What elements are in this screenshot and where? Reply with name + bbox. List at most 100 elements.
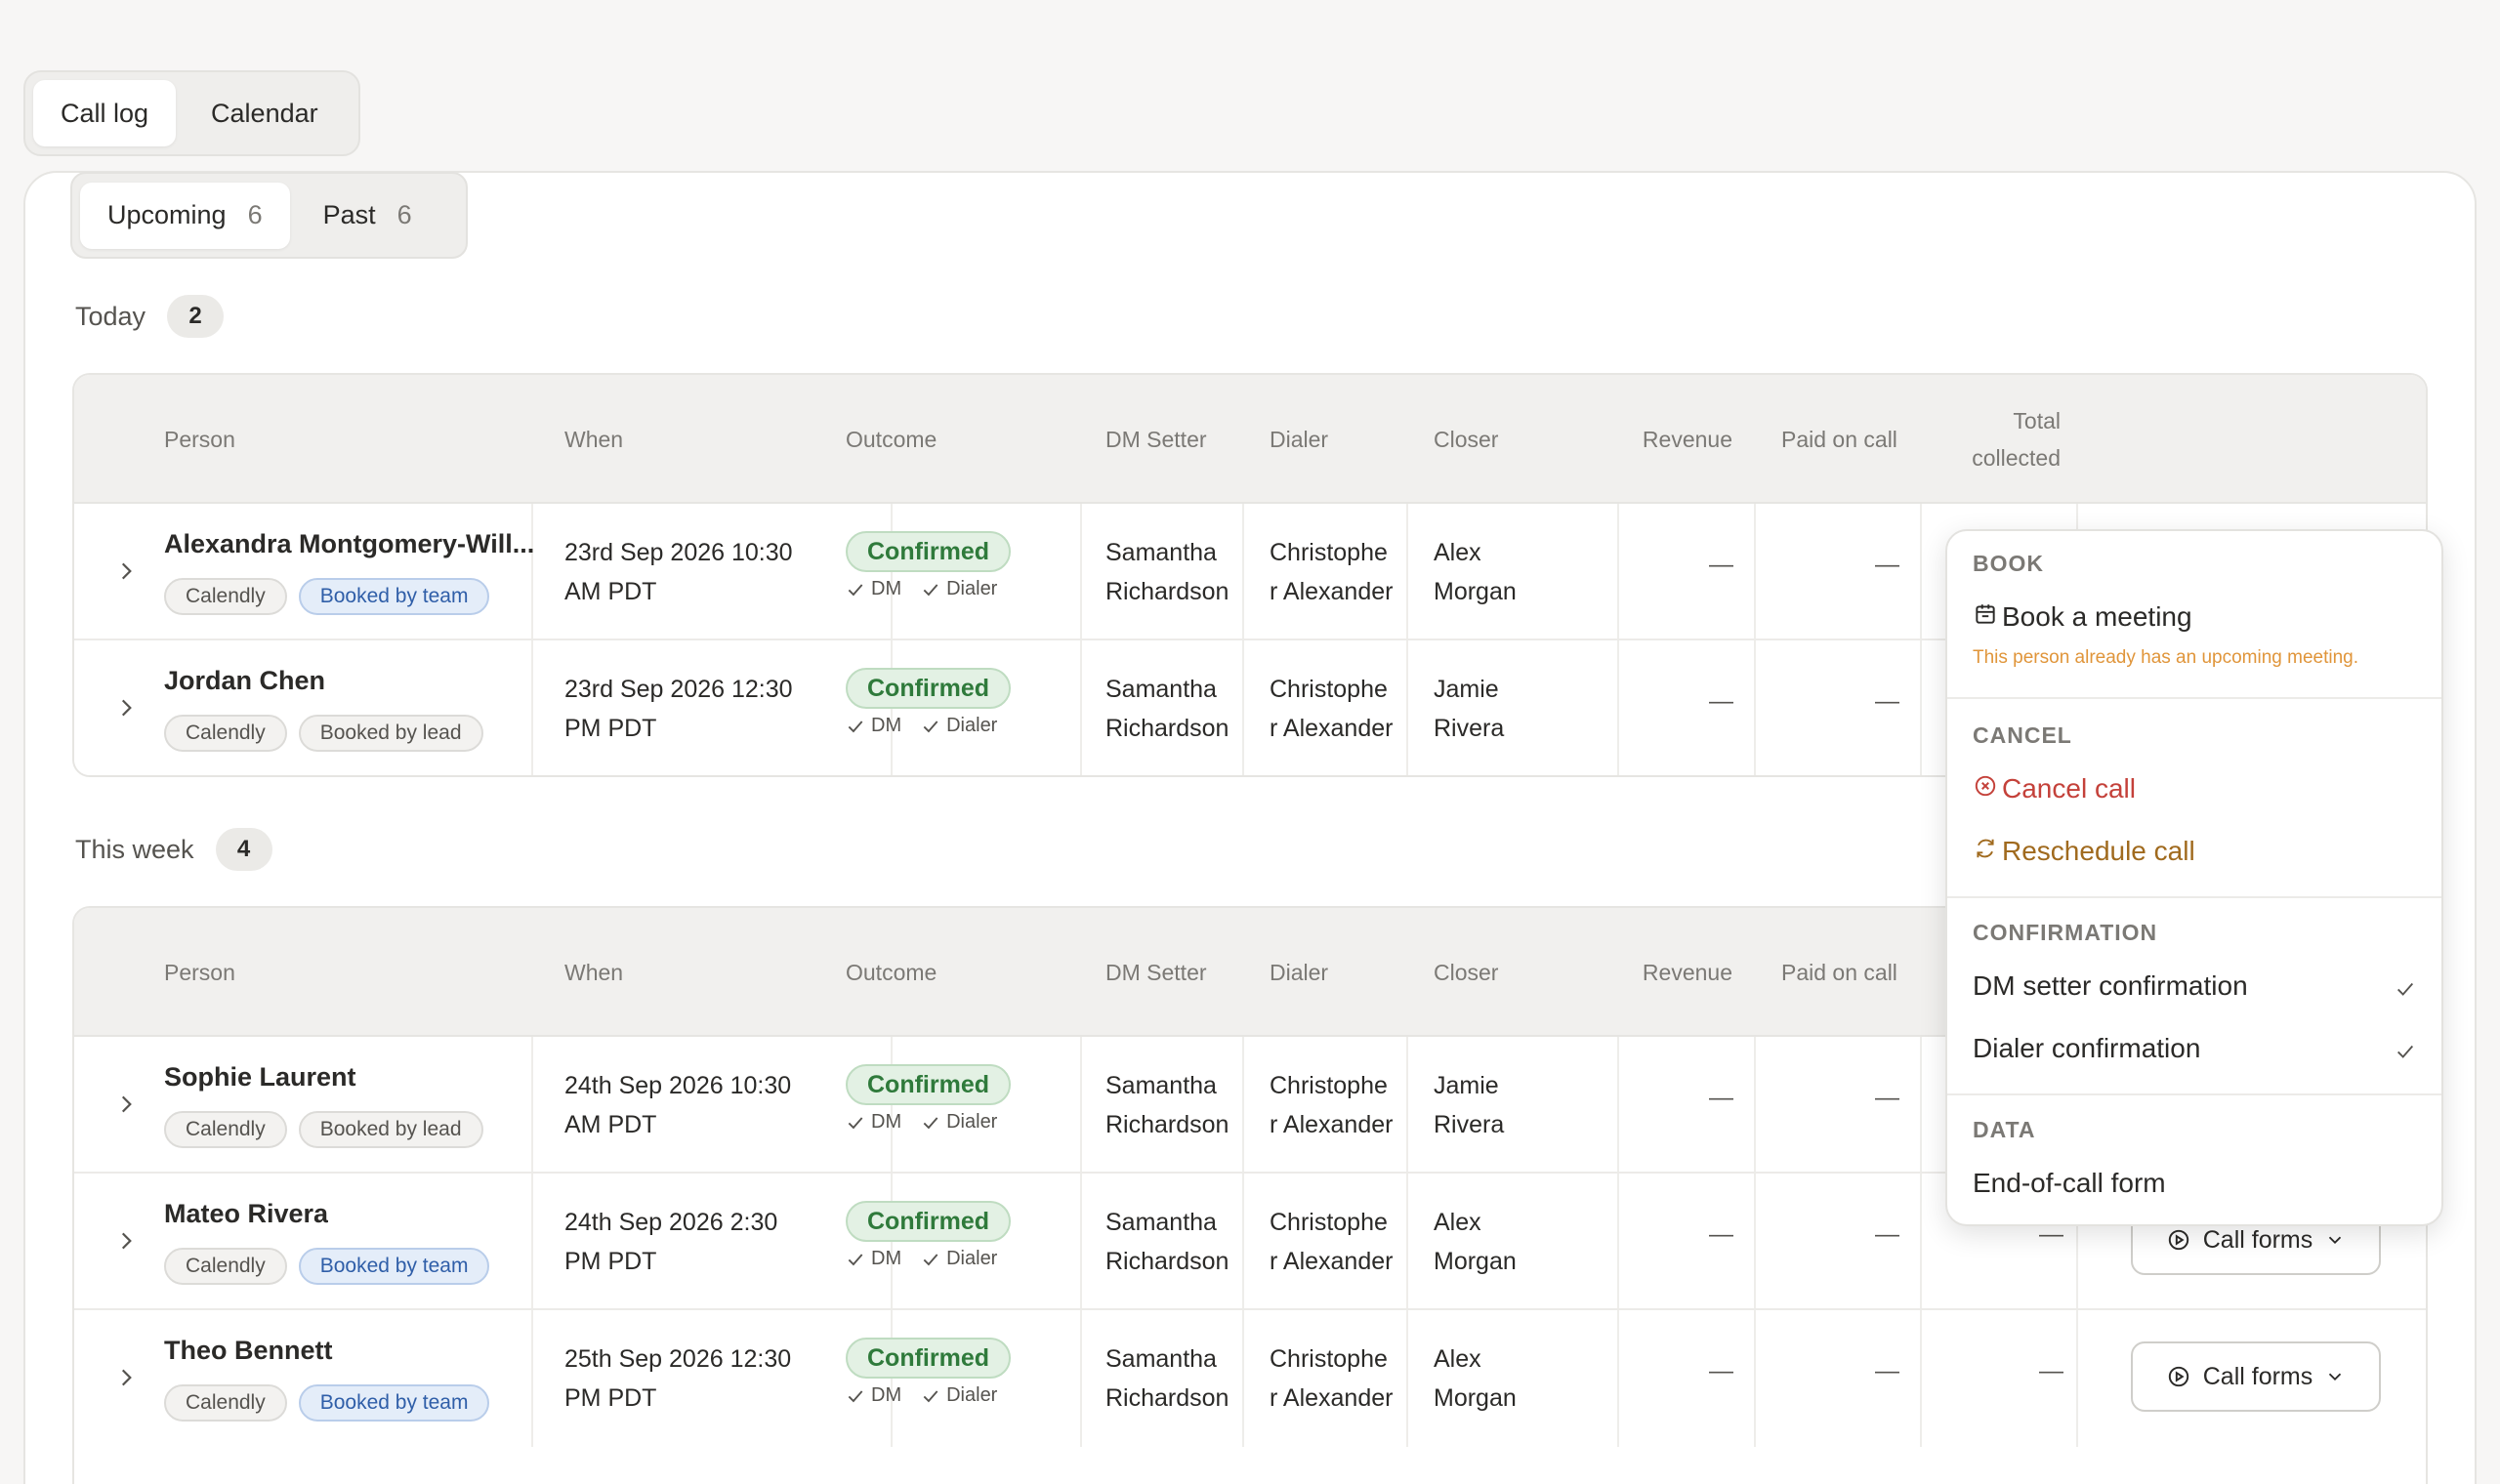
dialer-first: Christophe [1270, 539, 1388, 566]
col-revenue: Revenue [1642, 960, 1732, 985]
dialer-cell: Christophe r Alexander [1270, 1066, 1416, 1144]
table-row[interactable]: Theo Bennett Calendly Booked by team 25th S… [74, 1310, 2426, 1447]
col-revenue: Revenue [1642, 427, 1732, 452]
person-badges: Calendly Booked by team [164, 1384, 490, 1422]
dm-confirmed-label: DM [871, 578, 902, 599]
dm-confirmed-label: DM [871, 1248, 902, 1269]
person-name[interactable]: Jordan Chen [164, 666, 325, 696]
book-meeting-item[interactable]: Book a meeting [1973, 593, 2416, 641]
col-dialer: Dialer [1270, 427, 1329, 452]
dialer-confirmed: Dialer [921, 715, 997, 737]
source-badge: Calendly [164, 715, 287, 752]
person-name[interactable]: Sophie Laurent [164, 1062, 356, 1092]
tab-calendar[interactable]: Calendar [184, 80, 346, 146]
person-name[interactable]: Mateo Rivera [164, 1199, 328, 1229]
column-divider [531, 1310, 533, 1447]
booked-by-badge: Booked by team [298, 1248, 490, 1285]
dm-setter-cell: Samantha Richardson [1105, 1340, 1252, 1418]
closer-first: Alex [1434, 1209, 1481, 1236]
dialer-confirmed-label: Dialer [946, 1384, 998, 1406]
cancel-call-item[interactable]: Cancel call [1973, 764, 2416, 813]
closer-first: Alex [1434, 1345, 1481, 1373]
tab-upcoming[interactable]: Upcoming 6 [80, 182, 290, 249]
check-icon [848, 720, 863, 732]
closer-cell: Alex Morgan [1434, 533, 1580, 611]
closer-first: Alex [1434, 539, 1481, 566]
dm-setter-confirmation-item[interactable]: DM setter confirmation [1973, 962, 2416, 1010]
dialer-confirmed: Dialer [921, 1384, 997, 1407]
dm-setter-first: Samantha [1105, 1072, 1217, 1099]
paid-on-call-value: — [1875, 1084, 1899, 1111]
person-name[interactable]: Theo Bennett [164, 1336, 333, 1366]
column-divider [1920, 640, 1922, 775]
dialer-cell: Christophe r Alexander [1270, 1340, 1416, 1418]
dialer-last: r Alexander [1270, 1248, 1394, 1275]
chevron-down-icon [2329, 1373, 2342, 1381]
call-when: 24th Sep 2026 2:30 PM PDT [564, 1203, 818, 1281]
col-total-collected-line1: Total [2013, 408, 2061, 433]
call-forms-button[interactable]: Call forms [2131, 1341, 2381, 1412]
col-closer: Closer [1434, 960, 1499, 985]
chevron-right-icon[interactable] [113, 1228, 139, 1254]
end-of-call-form-item[interactable]: End-of-call form [1973, 1159, 2416, 1208]
tab-past-count: 6 [396, 200, 412, 229]
table-header: Person When Outcome DM Setter Dialer Closer Re… [74, 375, 2426, 504]
call-when-time: PM PDT [564, 1384, 657, 1412]
column-divider [1617, 504, 1619, 639]
dm-confirmed: DM [846, 1111, 901, 1134]
call-when-date: 23rd Sep 2026 12:30 [564, 676, 793, 703]
tab-call-log[interactable]: Call log [33, 80, 177, 146]
person-badges: Calendly Booked by lead [164, 715, 483, 752]
dialer-confirmation-item[interactable]: Dialer confirmation [1973, 1024, 2416, 1073]
dialer-confirmed-label: Dialer [946, 1248, 998, 1269]
dm-confirmed: DM [846, 1248, 901, 1270]
menu-divider [1947, 697, 2441, 699]
col-dm-setter: DM Setter [1105, 427, 1207, 452]
column-divider [531, 640, 533, 775]
dm-setter-cell: Samantha Richardson [1105, 1203, 1252, 1281]
closer-last: Rivera [1434, 1111, 1505, 1138]
outcome-cell: Confirmed DM Dialer [846, 1064, 1011, 1134]
column-divider [1617, 1037, 1619, 1172]
dm-setter-cell: Samantha Richardson [1105, 533, 1252, 611]
closer-cell: Jamie Rivera [1434, 1066, 1580, 1144]
dialer-last: r Alexander [1270, 1111, 1394, 1138]
column-divider [1754, 1174, 1756, 1308]
dialer-last: r Alexander [1270, 715, 1394, 742]
chevron-right-icon[interactable] [113, 1092, 139, 1117]
reschedule-call-item[interactable]: Reschedule call [1973, 827, 2416, 876]
group-this-week-header: This week 4 [75, 828, 272, 871]
book-meeting-warning: This person already has an upcoming meet… [1973, 647, 2359, 668]
col-total-collected: Total collected [1930, 375, 2061, 504]
col-total-collected-line2: collected [1972, 445, 2061, 471]
dm-setter-cell: Samantha Richardson [1105, 1066, 1252, 1144]
dialer-confirmed: Dialer [921, 1248, 997, 1270]
view-tabs: Call log Calendar [23, 70, 360, 156]
person-name[interactable]: Alexandra Montgomery-Will... [164, 529, 534, 559]
outcome-cell: Confirmed DM Dialer [846, 1338, 1011, 1407]
group-this-week-label: This week [75, 834, 194, 864]
menu-data-header: DATA [1973, 1117, 2036, 1142]
upcoming-past-tabs: Upcoming 6 Past 6 [70, 172, 468, 259]
check-icon [923, 720, 938, 732]
dm-confirmed: DM [846, 578, 901, 600]
call-forms-label: Call forms [2202, 1225, 2313, 1254]
call-when-date: 25th Sep 2026 12:30 [564, 1345, 792, 1373]
column-divider [1617, 1310, 1619, 1447]
menu-divider [1947, 896, 2441, 898]
tab-past[interactable]: Past 6 [296, 183, 439, 249]
col-outcome: Outcome [846, 960, 938, 985]
column-divider [1754, 1037, 1756, 1172]
cancel-call-label: Cancel call [2002, 773, 2136, 804]
column-divider [2076, 1310, 2078, 1447]
chevron-right-icon[interactable] [113, 558, 139, 584]
call-forms-label: Call forms [2202, 1362, 2313, 1390]
source-badge: Calendly [164, 1384, 287, 1422]
chevron-right-icon[interactable] [113, 1365, 139, 1390]
paid-on-call-value: — [1875, 1220, 1899, 1248]
call-when-time: PM PDT [564, 715, 657, 742]
column-divider [531, 1037, 533, 1172]
chevron-right-icon[interactable] [113, 695, 139, 721]
col-person: Person [164, 960, 235, 985]
chevron-down-icon [2329, 1236, 2342, 1245]
